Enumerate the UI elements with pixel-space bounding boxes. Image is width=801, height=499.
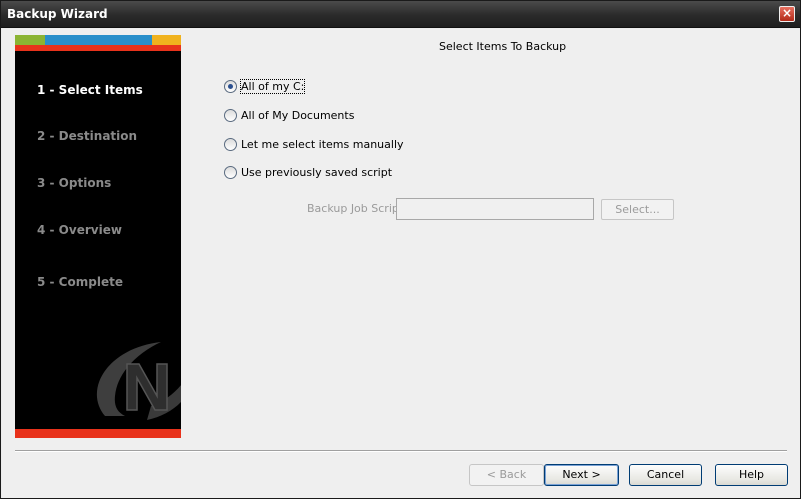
stripe-red-bottom xyxy=(15,429,181,438)
stripe-blue xyxy=(45,35,152,45)
step-options: 3 - Options xyxy=(37,176,112,190)
radio-button-selected[interactable] xyxy=(224,79,237,93)
page-heading: Select Items To Backup xyxy=(439,40,567,53)
back-button[interactable]: < Back xyxy=(469,464,544,486)
step-select-items: 1 - Select Items xyxy=(37,83,143,97)
radio-button[interactable] xyxy=(224,137,237,151)
option-all-c[interactable]: All of my C: xyxy=(224,78,306,94)
option-label: Let me select items manually xyxy=(241,137,404,151)
wizard-client-area: 1 - Select Items 2 - Destination 3 - Opt… xyxy=(2,29,800,498)
option-saved-script[interactable]: Use previously saved script xyxy=(224,164,392,180)
option-label: Use previously saved script xyxy=(241,165,393,179)
footer-divider xyxy=(15,450,787,452)
next-button[interactable]: Next > xyxy=(544,464,619,486)
step-complete: 5 - Complete xyxy=(37,275,123,289)
option-label: All of My Documents xyxy=(241,108,355,122)
title-bar[interactable]: Backup Wizard × xyxy=(1,1,800,28)
step-overview: 4 - Overview xyxy=(37,223,122,237)
radio-button[interactable] xyxy=(224,108,237,122)
wizard-sidebar: 1 - Select Items 2 - Destination 3 - Opt… xyxy=(15,35,181,438)
option-my-documents[interactable]: All of My Documents xyxy=(224,107,354,123)
option-select-manually[interactable]: Let me select items manually xyxy=(224,136,404,152)
stripe-red-top xyxy=(15,45,181,51)
radio-button[interactable] xyxy=(224,165,237,179)
close-icon: × xyxy=(781,6,793,20)
stripe-yellow xyxy=(152,35,181,45)
cancel-button[interactable]: Cancel xyxy=(629,464,702,486)
close-button[interactable]: × xyxy=(779,6,795,22)
select-script-button[interactable]: Select... xyxy=(601,199,674,220)
backup-wizard-window: Backup Wizard × 1 - Select Items 2 - Des… xyxy=(0,0,801,499)
step-destination: 2 - Destination xyxy=(37,129,138,143)
help-button[interactable]: Help xyxy=(715,464,788,486)
option-label: All of my C: xyxy=(239,78,306,94)
script-path-input[interactable] xyxy=(396,198,594,220)
n-logo-icon xyxy=(96,342,181,420)
stripe-green xyxy=(15,35,45,45)
window-title: Backup Wizard xyxy=(7,7,108,21)
script-label: Backup Job Script xyxy=(307,202,404,215)
